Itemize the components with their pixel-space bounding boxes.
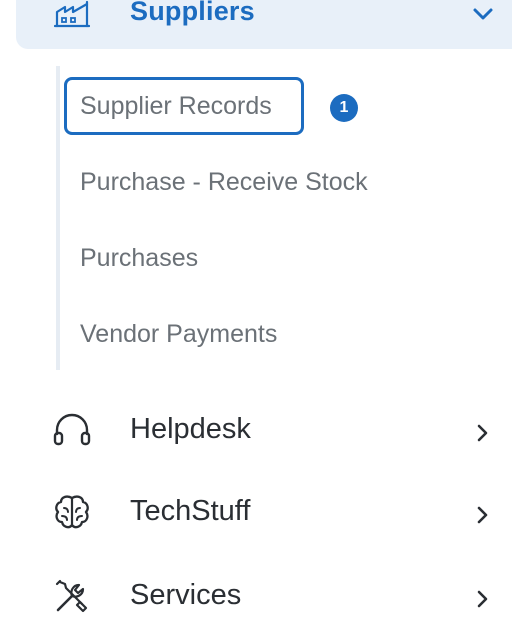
- submenu-item-purchases[interactable]: Purchases: [80, 236, 198, 280]
- submenu-item-vendor-payments[interactable]: Vendor Payments: [80, 312, 277, 356]
- brain-icon: [55, 495, 89, 529]
- chevron-right-icon[interactable]: [474, 588, 490, 610]
- nav-label-services: Services: [130, 579, 242, 611]
- tools-icon: [55, 579, 88, 613]
- submenu-item-supplier-records[interactable]: Supplier Records: [64, 77, 304, 135]
- submenu-item-purchase-receive-stock[interactable]: Purchase - Receive Stock: [80, 160, 368, 204]
- chevron-down-icon[interactable]: [472, 6, 494, 22]
- submenu-rail: [56, 66, 60, 370]
- nav-label-suppliers: Suppliers: [130, 0, 255, 26]
- chevron-right-icon[interactable]: [474, 504, 490, 526]
- suppliers-submenu: Supplier Records 1 Purchase - Receive St…: [56, 66, 512, 370]
- headphones-icon: [53, 413, 91, 446]
- notification-badge: 1: [330, 94, 358, 122]
- nav-item-services[interactable]: Services: [0, 564, 512, 628]
- nav-label-techstuff: TechStuff: [130, 495, 251, 527]
- nav-item-helpdesk[interactable]: Helpdesk: [0, 398, 512, 462]
- nav-item-suppliers[interactable]: Suppliers: [16, 0, 512, 49]
- sidebar-nav: Suppliers Supplier Records 1 Purchase - …: [0, 0, 512, 640]
- nav-item-techstuff[interactable]: TechStuff: [0, 480, 512, 544]
- nav-label-helpdesk: Helpdesk: [130, 413, 251, 445]
- chevron-right-icon[interactable]: [474, 422, 490, 444]
- warehouse-icon: [54, 0, 90, 28]
